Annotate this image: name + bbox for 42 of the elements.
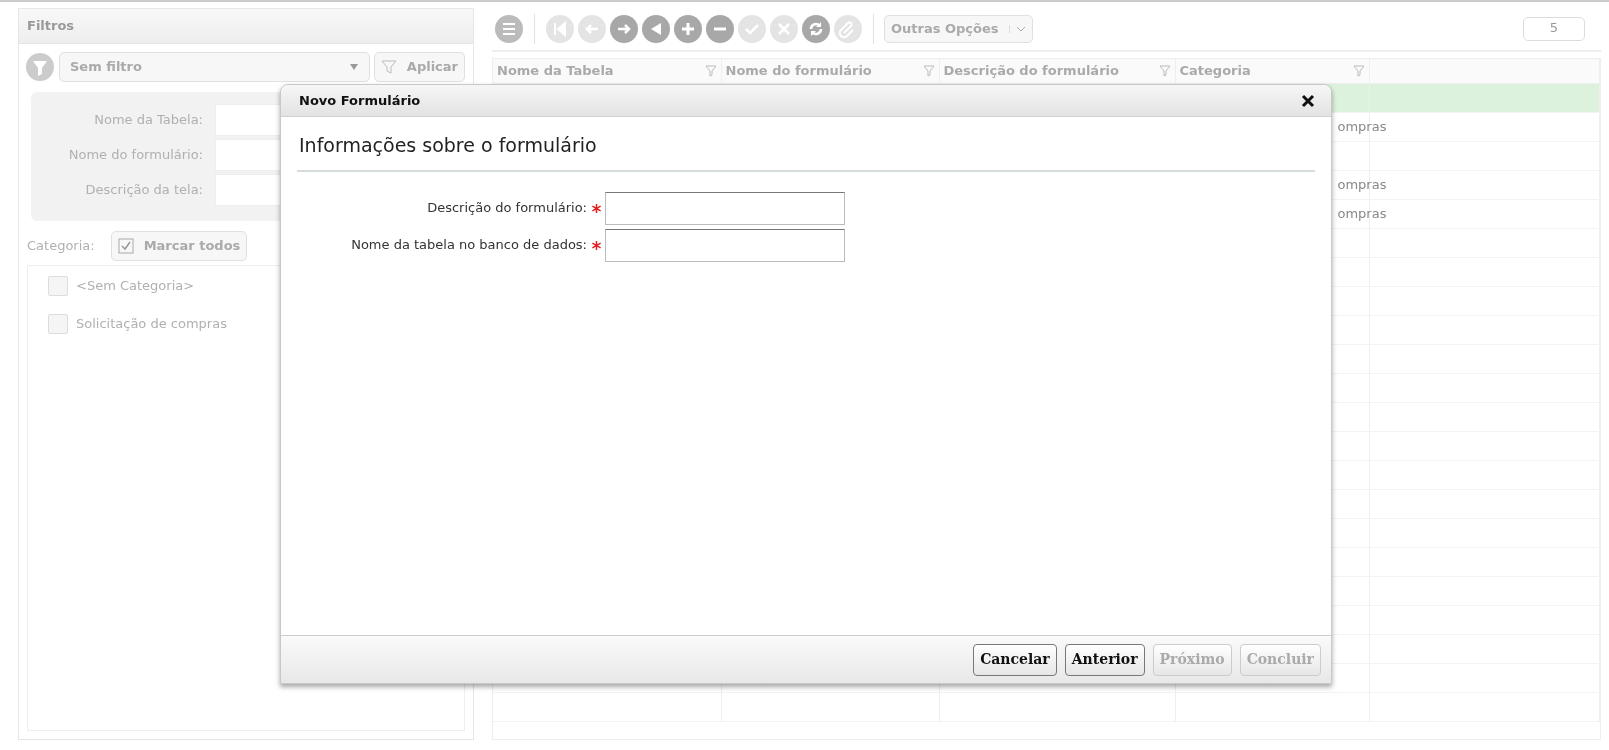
filter-icon	[25, 51, 55, 82]
input-field[interactable]	[605, 191, 845, 225]
filter-select[interactable]: Sem filtro	[59, 51, 370, 82]
panel-header: Filtros	[19, 9, 473, 44]
plus-icon[interactable]	[673, 14, 703, 44]
dialog-button[interactable]: Cancelar	[973, 643, 1057, 676]
close-button[interactable]	[1301, 93, 1315, 108]
list-icon[interactable]	[494, 14, 524, 44]
filter-icon	[380, 58, 397, 75]
arrow-right-icon[interactable]	[609, 14, 639, 44]
field-label: Nome da Tabela:	[93, 110, 204, 129]
column-header[interactable]: Nome da Tabela	[493, 59, 721, 83]
minus-icon[interactable]	[705, 14, 735, 44]
field-label: Nome do formulário:	[67, 145, 204, 164]
filter-icon[interactable]	[704, 64, 717, 77]
caret-icon	[1008, 25, 1026, 33]
filter-icon[interactable]	[922, 64, 935, 77]
field-label: Categoria:	[27, 236, 95, 255]
field-label: Nome da tabela no banco de dados:	[350, 236, 587, 255]
column-header[interactable]: Nome do formulário	[721, 59, 939, 83]
check-all-button[interactable]: Marcar todos	[110, 230, 248, 261]
apply-button[interactable]: Aplicar	[373, 51, 465, 82]
field-label: Descrição da tela:	[84, 180, 204, 199]
dialog-title: Novo Formulário	[299, 91, 421, 110]
checkbox[interactable]	[48, 313, 68, 334]
column-header[interactable]: Descrição do formulário	[939, 59, 1175, 83]
dialog-button[interactable]: Anterior	[1064, 643, 1145, 676]
checkbox-icon	[117, 237, 134, 254]
options-dropdown[interactable]: Outras Opções	[884, 15, 1033, 43]
checkbox-label: <Sem Categoria>	[76, 276, 195, 295]
input-field[interactable]	[605, 228, 845, 262]
column-header[interactable]: Categoria	[1175, 59, 1369, 83]
field-label: Descrição do formulário:	[426, 199, 587, 218]
caret-icon	[348, 62, 359, 71]
checkbox-label: Solicitação de compras	[76, 314, 227, 333]
section-title: Informações sobre o formulário	[297, 117, 1315, 172]
refresh-icon[interactable]	[801, 14, 831, 44]
filter-icon[interactable]	[1352, 64, 1365, 77]
page-count: 5	[1523, 17, 1585, 41]
checkbox[interactable]	[48, 275, 68, 296]
filter-icon[interactable]	[1158, 64, 1171, 77]
triangle-left-icon[interactable]	[641, 14, 671, 44]
